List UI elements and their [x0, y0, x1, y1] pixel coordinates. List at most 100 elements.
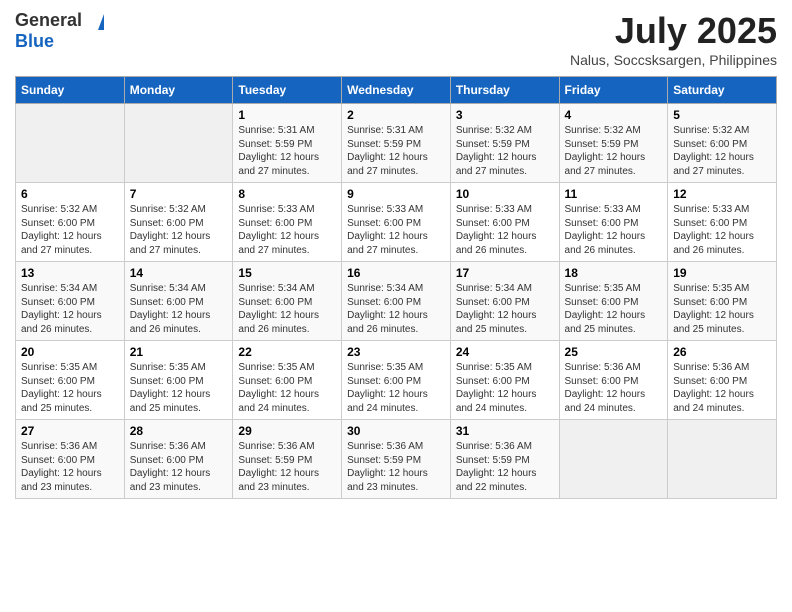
logo-icon: [84, 14, 104, 30]
sunrise-text: Sunrise: 5:33 AM: [456, 203, 554, 217]
daylight-text: Daylight: 12 hours and 25 minutes.: [130, 388, 228, 415]
sunset-text: Sunset: 6:00 PM: [456, 217, 554, 231]
table-row: 8 Sunrise: 5:33 AM Sunset: 6:00 PM Dayli…: [233, 183, 342, 262]
sunset-text: Sunset: 6:00 PM: [673, 138, 771, 152]
day-info: Sunrise: 5:33 AM Sunset: 6:00 PM Dayligh…: [347, 203, 445, 257]
daylight-text: Daylight: 12 hours and 23 minutes.: [130, 467, 228, 494]
table-row: [124, 104, 233, 183]
day-number: 20: [21, 345, 119, 359]
table-row: 5 Sunrise: 5:32 AM Sunset: 6:00 PM Dayli…: [668, 104, 777, 183]
day-info: Sunrise: 5:35 AM Sunset: 6:00 PM Dayligh…: [565, 282, 663, 336]
table-row: 14 Sunrise: 5:34 AM Sunset: 6:00 PM Dayl…: [124, 262, 233, 341]
table-row: 26 Sunrise: 5:36 AM Sunset: 6:00 PM Dayl…: [668, 341, 777, 420]
calendar-week-row: 1 Sunrise: 5:31 AM Sunset: 5:59 PM Dayli…: [16, 104, 777, 183]
sunrise-text: Sunrise: 5:35 AM: [456, 361, 554, 375]
sunset-text: Sunset: 5:59 PM: [238, 454, 336, 468]
table-row: 1 Sunrise: 5:31 AM Sunset: 5:59 PM Dayli…: [233, 104, 342, 183]
sunrise-text: Sunrise: 5:36 AM: [456, 440, 554, 454]
day-number: 29: [238, 424, 336, 438]
daylight-text: Daylight: 12 hours and 27 minutes.: [238, 230, 336, 257]
daylight-text: Daylight: 12 hours and 26 minutes.: [21, 309, 119, 336]
location: Nalus, Soccsksargen, Philippines: [570, 52, 777, 68]
day-info: Sunrise: 5:36 AM Sunset: 5:59 PM Dayligh…: [347, 440, 445, 494]
table-row: [16, 104, 125, 183]
day-info: Sunrise: 5:34 AM Sunset: 6:00 PM Dayligh…: [21, 282, 119, 336]
sunrise-text: Sunrise: 5:31 AM: [347, 124, 445, 138]
sunrise-text: Sunrise: 5:33 AM: [565, 203, 663, 217]
day-info: Sunrise: 5:35 AM Sunset: 6:00 PM Dayligh…: [456, 361, 554, 415]
table-row: 10 Sunrise: 5:33 AM Sunset: 6:00 PM Dayl…: [450, 183, 559, 262]
sunrise-text: Sunrise: 5:34 AM: [130, 282, 228, 296]
day-info: Sunrise: 5:35 AM Sunset: 6:00 PM Dayligh…: [130, 361, 228, 415]
daylight-text: Daylight: 12 hours and 25 minutes.: [673, 309, 771, 336]
table-row: 3 Sunrise: 5:32 AM Sunset: 5:59 PM Dayli…: [450, 104, 559, 183]
table-row: 2 Sunrise: 5:31 AM Sunset: 5:59 PM Dayli…: [342, 104, 451, 183]
logo: General Blue: [15, 10, 104, 52]
day-number: 23: [347, 345, 445, 359]
daylight-text: Daylight: 12 hours and 27 minutes.: [21, 230, 119, 257]
table-row: 25 Sunrise: 5:36 AM Sunset: 6:00 PM Dayl…: [559, 341, 668, 420]
day-info: Sunrise: 5:35 AM Sunset: 6:00 PM Dayligh…: [673, 282, 771, 336]
sunset-text: Sunset: 6:00 PM: [565, 217, 663, 231]
sunset-text: Sunset: 6:00 PM: [238, 217, 336, 231]
day-info: Sunrise: 5:33 AM Sunset: 6:00 PM Dayligh…: [673, 203, 771, 257]
day-number: 21: [130, 345, 228, 359]
daylight-text: Daylight: 12 hours and 25 minutes.: [456, 309, 554, 336]
sunset-text: Sunset: 6:00 PM: [238, 296, 336, 310]
sunrise-text: Sunrise: 5:36 AM: [565, 361, 663, 375]
calendar-week-row: 13 Sunrise: 5:34 AM Sunset: 6:00 PM Dayl…: [16, 262, 777, 341]
day-number: 10: [456, 187, 554, 201]
table-row: 27 Sunrise: 5:36 AM Sunset: 6:00 PM Dayl…: [16, 420, 125, 499]
daylight-text: Daylight: 12 hours and 23 minutes.: [238, 467, 336, 494]
daylight-text: Daylight: 12 hours and 23 minutes.: [21, 467, 119, 494]
daylight-text: Daylight: 12 hours and 26 minutes.: [673, 230, 771, 257]
day-info: Sunrise: 5:31 AM Sunset: 5:59 PM Dayligh…: [238, 124, 336, 178]
month-year: July 2025: [570, 10, 777, 52]
sunset-text: Sunset: 6:00 PM: [238, 375, 336, 389]
sunset-text: Sunset: 6:00 PM: [565, 375, 663, 389]
day-number: 28: [130, 424, 228, 438]
sunset-text: Sunset: 5:59 PM: [238, 138, 336, 152]
day-info: Sunrise: 5:33 AM Sunset: 6:00 PM Dayligh…: [238, 203, 336, 257]
daylight-text: Daylight: 12 hours and 27 minutes.: [130, 230, 228, 257]
calendar-header-row: Sunday Monday Tuesday Wednesday Thursday…: [16, 77, 777, 104]
day-info: Sunrise: 5:32 AM Sunset: 5:59 PM Dayligh…: [565, 124, 663, 178]
header-sunday: Sunday: [16, 77, 125, 104]
sunset-text: Sunset: 6:00 PM: [347, 217, 445, 231]
day-number: 22: [238, 345, 336, 359]
sunrise-text: Sunrise: 5:31 AM: [238, 124, 336, 138]
sunset-text: Sunset: 5:59 PM: [565, 138, 663, 152]
day-number: 19: [673, 266, 771, 280]
daylight-text: Daylight: 12 hours and 23 minutes.: [347, 467, 445, 494]
day-info: Sunrise: 5:32 AM Sunset: 6:00 PM Dayligh…: [673, 124, 771, 178]
day-number: 25: [565, 345, 663, 359]
sunset-text: Sunset: 6:00 PM: [21, 454, 119, 468]
day-number: 26: [673, 345, 771, 359]
table-row: 22 Sunrise: 5:35 AM Sunset: 6:00 PM Dayl…: [233, 341, 342, 420]
sunset-text: Sunset: 6:00 PM: [673, 375, 771, 389]
daylight-text: Daylight: 12 hours and 27 minutes.: [347, 230, 445, 257]
sunrise-text: Sunrise: 5:35 AM: [130, 361, 228, 375]
header-tuesday: Tuesday: [233, 77, 342, 104]
sunrise-text: Sunrise: 5:35 AM: [347, 361, 445, 375]
sunset-text: Sunset: 6:00 PM: [456, 296, 554, 310]
calendar-week-row: 6 Sunrise: 5:32 AM Sunset: 6:00 PM Dayli…: [16, 183, 777, 262]
page-header: General Blue July 2025 Nalus, Soccsksarg…: [15, 10, 777, 68]
daylight-text: Daylight: 12 hours and 24 minutes.: [565, 388, 663, 415]
table-row: 23 Sunrise: 5:35 AM Sunset: 6:00 PM Dayl…: [342, 341, 451, 420]
table-row: 13 Sunrise: 5:34 AM Sunset: 6:00 PM Dayl…: [16, 262, 125, 341]
day-info: Sunrise: 5:34 AM Sunset: 6:00 PM Dayligh…: [456, 282, 554, 336]
sunset-text: Sunset: 6:00 PM: [21, 296, 119, 310]
daylight-text: Daylight: 12 hours and 26 minutes.: [130, 309, 228, 336]
day-number: 12: [673, 187, 771, 201]
logo-blue: Blue: [15, 31, 54, 52]
sunset-text: Sunset: 6:00 PM: [456, 375, 554, 389]
sunrise-text: Sunrise: 5:33 AM: [347, 203, 445, 217]
sunrise-text: Sunrise: 5:33 AM: [673, 203, 771, 217]
calendar-week-row: 20 Sunrise: 5:35 AM Sunset: 6:00 PM Dayl…: [16, 341, 777, 420]
daylight-text: Daylight: 12 hours and 27 minutes.: [673, 151, 771, 178]
sunrise-text: Sunrise: 5:36 AM: [21, 440, 119, 454]
sunrise-text: Sunrise: 5:35 AM: [673, 282, 771, 296]
calendar-week-row: 27 Sunrise: 5:36 AM Sunset: 6:00 PM Dayl…: [16, 420, 777, 499]
table-row: 19 Sunrise: 5:35 AM Sunset: 6:00 PM Dayl…: [668, 262, 777, 341]
